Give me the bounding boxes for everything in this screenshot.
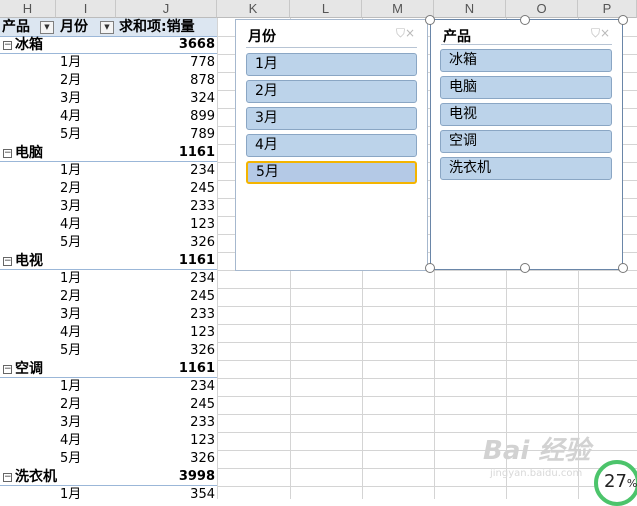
resize-handle-bottom-right[interactable]	[618, 263, 628, 273]
slicer-month[interactable]: 月份 ⛉× 1月 2月 3月 4月 5月	[235, 19, 428, 271]
pivot-row-value[interactable]: 789	[116, 126, 215, 144]
zoom-unit: %	[626, 477, 637, 490]
collapse-group-icon[interactable]: −	[3, 41, 12, 50]
column-header-m[interactable]: M	[362, 0, 434, 18]
pivot-row-month[interactable]: 3月	[60, 90, 81, 108]
resize-handle-top-right[interactable]	[618, 15, 628, 25]
pivot-row-value[interactable]: 899	[116, 108, 215, 126]
slicer-product-title: 产品	[443, 29, 471, 45]
pivot-row-value[interactable]: 234	[116, 162, 215, 180]
pivot-group-total[interactable]: 1161	[116, 360, 215, 378]
slicer-month-item[interactable]: 2月	[246, 80, 417, 103]
pivot-row-month[interactable]: 5月	[60, 234, 81, 252]
baidu-watermark-logo: Bai 经验	[483, 436, 591, 466]
column-header-j[interactable]: J	[116, 0, 217, 18]
pivot-row-month[interactable]: 3月	[60, 414, 81, 432]
pivot-row-value[interactable]: 245	[116, 396, 215, 414]
column-header-k[interactable]: K	[217, 0, 290, 18]
slicer-month-item[interactable]: 4月	[246, 134, 417, 157]
column-header-i[interactable]: I	[56, 0, 116, 18]
column-header-l[interactable]: L	[290, 0, 362, 18]
pivot-row-month[interactable]: 3月	[60, 198, 81, 216]
slicer-product[interactable]: 产品 ⛉× 冰箱电脑电视空调洗衣机	[430, 19, 623, 270]
pivot-group-total[interactable]: 3668	[116, 36, 215, 54]
pivot-group-name[interactable]: 冰箱	[15, 36, 43, 54]
pivot-row-month[interactable]: 1月	[60, 162, 81, 180]
slicer-month-title: 月份	[248, 29, 276, 45]
pivot-row-value[interactable]: 324	[116, 90, 215, 108]
resize-handle-bottom[interactable]	[520, 263, 530, 273]
column-header-h[interactable]: H	[0, 0, 56, 18]
slicer-product-item[interactable]: 电脑	[440, 76, 612, 99]
pivot-row-value[interactable]: 234	[116, 270, 215, 288]
zoom-value: 27	[604, 471, 627, 492]
pivot-row-value[interactable]: 245	[116, 288, 215, 306]
pivot-group-name[interactable]: 电视	[15, 252, 43, 270]
pivot-row-value[interactable]: 326	[116, 234, 215, 252]
pivot-row-value[interactable]: 233	[116, 198, 215, 216]
pivot-row-month[interactable]: 4月	[60, 108, 81, 126]
pivot-header-month: 月份	[60, 19, 88, 35]
pivot-group-name[interactable]: 洗衣机	[15, 468, 57, 486]
slicer-month-item[interactable]: 5月	[246, 161, 417, 184]
collapse-group-icon[interactable]: −	[3, 149, 12, 158]
filter-clear-icon[interactable]: ⛉×	[591, 26, 610, 41]
pivot-row-month[interactable]: 5月	[60, 342, 81, 360]
slicer-product-item[interactable]: 空调	[440, 130, 612, 153]
pivot-row-month[interactable]: 1月	[60, 54, 81, 72]
pivot-row-month[interactable]: 2月	[60, 396, 81, 414]
pivot-row-value[interactable]: 233	[116, 306, 215, 324]
pivot-row-month[interactable]: 3月	[60, 306, 81, 324]
pivot-row-value[interactable]: 245	[116, 180, 215, 198]
pivot-row-month[interactable]: 5月	[60, 450, 81, 468]
resize-handle-bottom-left[interactable]	[425, 263, 435, 273]
pivot-group-name[interactable]: 电脑	[15, 144, 43, 162]
pivot-row-value[interactable]: 878	[116, 72, 215, 90]
pivot-row-month[interactable]: 4月	[60, 216, 81, 234]
month-filter-dropdown-icon[interactable]: ▼	[100, 21, 114, 34]
pivot-group-name[interactable]: 空调	[15, 360, 43, 378]
pivot-row-month[interactable]: 2月	[60, 72, 81, 90]
pivot-row-value[interactable]: 233	[116, 414, 215, 432]
pivot-row-value[interactable]: 354	[116, 486, 215, 504]
slicer-product-item[interactable]: 冰箱	[440, 49, 612, 72]
pivot-row-month[interactable]: 5月	[60, 126, 81, 144]
baidu-watermark-url: jingyan.baidu.com	[490, 468, 583, 479]
product-filter-dropdown-icon[interactable]: ▼	[40, 21, 54, 34]
column-header-n[interactable]: N	[434, 0, 506, 18]
pivot-row-value[interactable]: 123	[116, 216, 215, 234]
pivot-group-total[interactable]: 1161	[116, 144, 215, 162]
pivot-group-total[interactable]: 3998	[116, 468, 215, 486]
pivot-row-month[interactable]: 1月	[60, 486, 81, 504]
pivot-row-month[interactable]: 1月	[60, 378, 81, 396]
zoom-indicator[interactable]: 27%	[594, 460, 637, 506]
pivot-row-value[interactable]: 123	[116, 324, 215, 342]
pivot-group-total[interactable]: 1161	[116, 252, 215, 270]
filter-clear-icon[interactable]: ⛉×	[396, 26, 415, 41]
column-header-p[interactable]: P	[578, 0, 637, 18]
slicer-product-item[interactable]: 洗衣机	[440, 157, 612, 180]
pivot-row-month[interactable]: 2月	[60, 288, 81, 306]
pivot-row-month[interactable]: 2月	[60, 180, 81, 198]
pivot-row-value[interactable]: 778	[116, 54, 215, 72]
pivot-row-month[interactable]: 4月	[60, 432, 81, 450]
collapse-group-icon[interactable]: −	[3, 365, 12, 374]
pivot-row-month[interactable]: 1月	[60, 270, 81, 288]
pivot-row-month[interactable]: 4月	[60, 324, 81, 342]
slicer-month-item[interactable]: 1月	[246, 53, 417, 76]
resize-handle-top-left[interactable]	[425, 15, 435, 25]
slicer-product-item[interactable]: 电视	[440, 103, 612, 126]
column-header-o[interactable]: O	[506, 0, 578, 18]
collapse-group-icon[interactable]: −	[3, 257, 12, 266]
pivot-row-value[interactable]: 326	[116, 450, 215, 468]
resize-handle-top[interactable]	[520, 15, 530, 25]
pivot-row-value[interactable]: 123	[116, 432, 215, 450]
pivot-row-value[interactable]: 326	[116, 342, 215, 360]
pivot-header-sum: 求和项:销量	[119, 19, 195, 35]
collapse-group-icon[interactable]: −	[3, 473, 12, 482]
pivot-row-value[interactable]: 234	[116, 378, 215, 396]
slicer-month-item[interactable]: 3月	[246, 107, 417, 130]
pivot-header-product: 产品	[2, 19, 30, 35]
